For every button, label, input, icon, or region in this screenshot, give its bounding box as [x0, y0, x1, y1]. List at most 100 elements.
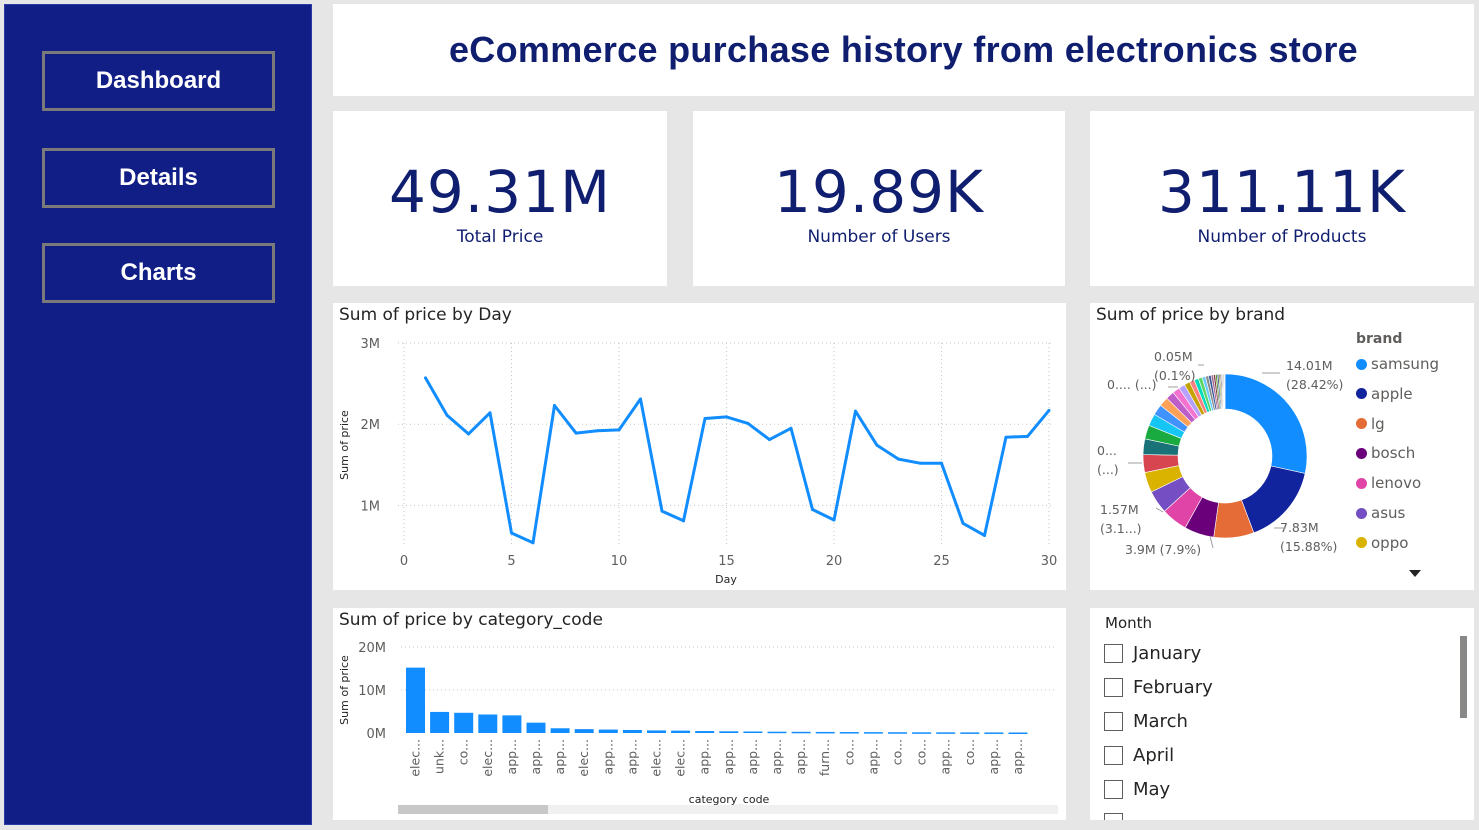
donut-data-label: (28.42%)	[1286, 377, 1343, 392]
x-tick-label: app...	[986, 739, 1001, 774]
data-point	[768, 438, 771, 442]
y-axis-label: Sum of price	[338, 410, 351, 480]
x-tick-label: elec...	[576, 739, 591, 777]
bar	[1008, 732, 1028, 734]
bar	[984, 732, 1004, 734]
legend-swatch	[1356, 537, 1367, 549]
data-point	[811, 507, 814, 511]
legend-item-oppo[interactable]: oppo	[1356, 534, 1408, 552]
data-point	[574, 431, 578, 435]
y-axis-label: Sum of price	[338, 655, 351, 725]
data-point	[832, 518, 836, 522]
legend-item-asus[interactable]: asus	[1356, 504, 1405, 522]
legend-item-apple[interactable]: apple	[1356, 385, 1413, 403]
y-tick-label: 20M	[358, 641, 386, 656]
x-tick-label: elec...	[649, 739, 664, 777]
slicer-option-march[interactable]: March	[1104, 711, 1188, 732]
bar	[647, 730, 666, 733]
donut-chart-panel[interactable]: Sum of price by brand 14.01M (28.42%) 7.83…	[1090, 303, 1474, 590]
checkbox[interactable]	[1104, 712, 1123, 731]
legend-label: asus	[1371, 504, 1406, 522]
legend-label: lg	[1371, 414, 1385, 433]
legend-swatch	[1356, 507, 1367, 519]
line-chart[interactable]: 1M 2M 3M 0 5 10 15 20 25 30 Day Sum of price	[333, 303, 1066, 590]
bar	[406, 667, 425, 733]
legend-item-samsung[interactable]: samsung	[1356, 355, 1439, 373]
slicer-option-may[interactable]: May	[1104, 779, 1170, 800]
kpi-card-number-of-users[interactable]: 19.89K Number of Users	[693, 111, 1065, 286]
kpi-label: Total Price	[456, 227, 544, 247]
bar	[815, 731, 835, 734]
x-tick-label: furn...	[817, 739, 832, 776]
x-tick-label: elec...	[480, 739, 495, 777]
y-tick-label: 1M	[361, 499, 381, 514]
x-tick-label: elec...	[673, 739, 688, 777]
x-tick-label: elec...	[408, 739, 423, 777]
data-point	[725, 415, 728, 419]
dashboard-nav-button[interactable]: Dashboard	[42, 51, 275, 111]
kpi-label: Number of Products	[1197, 227, 1367, 247]
data-point	[639, 397, 642, 401]
slicer-option-april[interactable]: April	[1104, 745, 1174, 766]
bar-chart[interactable]: 0M 10M 20M Sum of price elec... unk... co... el…	[333, 608, 1066, 820]
bar-chart-panel[interactable]: Sum of price by category_code 0M 10M 20M Su…	[333, 608, 1066, 820]
charts-nav-button[interactable]: Charts	[42, 243, 275, 303]
horizontal-scrollbar-track[interactable]	[398, 805, 1058, 814]
kpi-card-number-of-products[interactable]: 311.11K Number of Products	[1090, 111, 1474, 286]
bar	[791, 731, 811, 734]
bar	[767, 731, 787, 734]
slicer-scrollbar[interactable]	[1460, 636, 1467, 718]
x-tick-label: app...	[793, 739, 808, 774]
x-tick-label: app...	[745, 739, 760, 774]
page-title: eCommerce purchase history from electron…	[448, 29, 1359, 70]
x-tick-label: app...	[938, 739, 953, 774]
donut-data-label: 14.01M	[1286, 358, 1333, 373]
bar	[671, 730, 691, 733]
x-tick-label: 0	[400, 554, 408, 569]
partial-checkbox	[1104, 813, 1123, 820]
checkbox[interactable]	[1104, 678, 1123, 697]
legend-scroll-down-icon[interactable]	[1408, 569, 1422, 579]
legend-label: apple	[1371, 384, 1413, 403]
details-nav-button[interactable]: Details	[42, 148, 275, 208]
donut-data-label: (...)	[1097, 462, 1119, 477]
horizontal-scrollbar-thumb[interactable]	[398, 805, 548, 814]
line-chart-panel[interactable]: Sum of price by Day 1M 2M 3M 0 5 10 15 20 25 30 Da…	[333, 303, 1066, 590]
bar	[960, 732, 980, 734]
x-tick-label: co...	[914, 739, 929, 765]
slicer-option-january[interactable]: January	[1104, 643, 1201, 664]
kpi-value: 311.11K	[1158, 158, 1406, 226]
bar	[502, 715, 522, 733]
checkbox[interactable]	[1104, 644, 1123, 663]
legend-item-bosch[interactable]: bosch	[1356, 444, 1415, 462]
kpi-value: 49.31M	[388, 158, 612, 226]
kpi-card-total-price[interactable]: 49.31M Total Price	[333, 111, 667, 286]
x-tick-label: 30	[1041, 554, 1058, 569]
donut-data-label: (0.1%)	[1154, 368, 1196, 383]
data-point	[940, 461, 943, 465]
data-point	[467, 432, 470, 436]
data-point	[1026, 434, 1029, 438]
legend-item-lg[interactable]: lg	[1356, 415, 1385, 433]
data-point	[531, 541, 535, 545]
donut-data-label: 3.9M (7.9%)	[1125, 542, 1201, 557]
data-point	[445, 413, 449, 417]
donut-data-label: 1.57M	[1100, 502, 1139, 517]
data-point	[424, 376, 427, 380]
month-slicer[interactable]: Month January February March April May	[1090, 608, 1474, 820]
slicer-option-february[interactable]: February	[1104, 677, 1213, 698]
bar	[888, 732, 907, 734]
data-point	[1004, 435, 1008, 439]
legend-swatch	[1356, 388, 1367, 400]
data-point	[510, 531, 513, 535]
x-tick-label: app...	[769, 739, 784, 774]
donut-data-label: 0...	[1097, 443, 1117, 458]
bar	[936, 732, 956, 734]
x-tick-label: 25	[933, 554, 950, 569]
bar	[574, 729, 594, 733]
checkbox[interactable]	[1104, 746, 1123, 765]
checkbox[interactable]	[1104, 780, 1123, 799]
x-tick-label: app...	[600, 739, 615, 774]
donut-chart[interactable]: 14.01M(28.42%)7.83M(15.88%)3.9M (7.9%)1.…	[1090, 303, 1474, 590]
legend-item-lenovo[interactable]: lenovo	[1356, 474, 1421, 492]
